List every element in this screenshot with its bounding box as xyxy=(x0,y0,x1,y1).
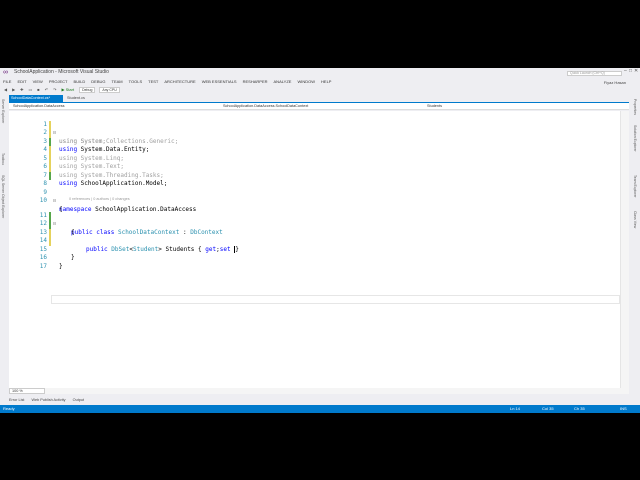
solution-explorer-tab[interactable]: Solution Explorer xyxy=(633,125,637,152)
output-tab[interactable]: Output xyxy=(73,398,84,402)
current-line-highlight xyxy=(51,295,620,304)
code-line: 16 } xyxy=(39,254,63,270)
navigation-bar: SchoolApplication.DataAccess SchoolAppli… xyxy=(9,103,629,110)
menu-test[interactable]: TEST xyxy=(148,79,158,84)
status-column: Col 35 xyxy=(542,406,554,411)
visual-studio-window: ∞ SchoolApplication - Microsoft Visual S… xyxy=(0,68,640,413)
code-line: 13 xyxy=(9,220,620,237)
window-title: SchoolApplication - Microsoft Visual Stu… xyxy=(14,69,109,75)
member-dropdown[interactable]: Students xyxy=(427,104,442,109)
menu-bar: FILE EDIT VIEW PROJECT BUILD DEBUG TEAM … xyxy=(0,77,640,85)
close-icon[interactable]: ✕ xyxy=(634,68,638,74)
menu-window[interactable]: WINDOW xyxy=(297,79,315,84)
back-icon[interactable]: ◀ xyxy=(4,87,7,92)
code-line: 3 using System.Data.Entity; xyxy=(43,137,150,153)
code-line: 2 using System.Collections.Generic; xyxy=(43,129,179,145)
class-view-tab[interactable]: Class View xyxy=(633,211,637,228)
status-insert-mode: INS xyxy=(620,406,627,411)
properties-tab[interactable]: Properties xyxy=(633,99,637,115)
menu-analyze[interactable]: ANALYZE xyxy=(274,79,292,84)
status-line: Ln 14 xyxy=(510,406,521,411)
menu-build[interactable]: BUILD xyxy=(73,79,85,84)
platform-select[interactable]: Any CPU xyxy=(99,86,120,93)
standard-toolbar: ◀ ▶ ✚ ▭ ■ ↶ ↷ ▶ Start Debug Any CPU xyxy=(0,85,640,94)
code-line: 4 using System.Linq; xyxy=(43,146,125,162)
code-editor[interactable]: 1 ⊟ using System; 2 using System.Collect… xyxy=(9,111,620,388)
menu-team[interactable]: TEAM xyxy=(112,79,123,84)
error-list-tab[interactable]: Error List xyxy=(9,398,24,402)
menu-architecture[interactable]: ARCHITECTURE xyxy=(164,79,195,84)
menu-help[interactable]: HELP xyxy=(321,79,331,84)
menu-web-essentials[interactable]: WEB ESSENTIALS xyxy=(202,79,237,84)
code-line-current: 14 public DbSet<Student> Students { get;… xyxy=(39,237,239,253)
menu-tools[interactable]: TOOLS xyxy=(129,79,143,84)
save-icon[interactable]: ■ xyxy=(37,87,39,92)
team-explorer-tab[interactable]: Team Explorer xyxy=(633,175,637,198)
code-line: 17 xyxy=(39,262,47,270)
menu-view[interactable]: VIEW xyxy=(33,79,43,84)
undo-icon[interactable]: ↶ xyxy=(45,87,48,92)
code-line: 8 xyxy=(43,180,47,187)
class-dropdown[interactable]: SchoolApplication.DataAccess.SchoolDataC… xyxy=(223,104,308,109)
menu-debug[interactable]: DEBUG xyxy=(91,79,105,84)
document-tabs: SchoolDataContext.cs* Student.cs xyxy=(9,95,629,102)
bottom-panel-tabs: Error List Web Publish Activity Output xyxy=(9,398,90,404)
quick-launch-input[interactable]: Quick Launch (Ctrl+Q) xyxy=(567,71,622,76)
new-project-icon[interactable]: ✚ xyxy=(20,87,23,92)
menu-edit[interactable]: EDIT xyxy=(17,79,26,84)
code-line: 10 { xyxy=(39,197,63,213)
visual-studio-logo-icon: ∞ xyxy=(3,69,8,76)
code-line: 15 } xyxy=(39,245,75,262)
menu-resharper[interactable]: RESHARPER xyxy=(243,79,268,84)
code-line: 9 ⊟ namespace SchoolApplication.DataAcce… xyxy=(43,188,197,213)
codelens-info[interactable]: 0 references | 0 authors | 0 changes xyxy=(69,197,130,201)
code-line: 7 using SchoolApplication.Model; xyxy=(43,171,168,187)
code-line: 1 ⊟ using System; xyxy=(43,120,106,145)
server-explorer-tab[interactable]: Server Explorer xyxy=(1,99,5,123)
toolbox-tab[interactable]: Toolbox xyxy=(1,153,5,165)
tab-schooldatacontext[interactable]: SchoolDataContext.cs* xyxy=(9,95,63,102)
status-text: Ready xyxy=(3,406,15,411)
menu-project[interactable]: PROJECT xyxy=(49,79,68,84)
redo-icon[interactable]: ↷ xyxy=(53,87,56,92)
minimize-icon[interactable]: – xyxy=(624,68,627,74)
left-tool-strip: Server Explorer Toolbox SQL Server Objec… xyxy=(0,95,7,400)
sql-server-object-explorer-tab[interactable]: SQL Server Object Explorer xyxy=(1,175,5,218)
right-tool-strip: Properties Solution Explorer Team Explor… xyxy=(631,95,640,400)
tab-student[interactable]: Student.cs xyxy=(67,95,85,102)
title-bar: ∞ SchoolApplication - Microsoft Visual S… xyxy=(0,68,640,77)
code-line: 11 ⊟ public class SchoolDataContext : Db… xyxy=(39,211,223,236)
web-publish-activity-tab[interactable]: Web Publish Activity xyxy=(31,398,65,402)
status-bar: Ready Ln 14 Col 35 Ch 35 INS xyxy=(0,405,640,413)
vertical-scrollbar[interactable] xyxy=(620,111,629,388)
maximize-icon[interactable]: □ xyxy=(629,68,632,74)
status-char: Ch 35 xyxy=(574,406,585,411)
code-line: 12 { xyxy=(39,220,75,236)
project-dropdown[interactable]: SchoolApplication.DataAccess xyxy=(13,104,65,109)
forward-icon[interactable]: ▶ xyxy=(12,87,15,92)
configuration-select[interactable]: Debug xyxy=(79,86,96,93)
start-button[interactable]: ▶ Start xyxy=(61,87,74,92)
menu-file[interactable]: FILE xyxy=(3,79,11,84)
code-line: 6 using System.Threading.Tasks; xyxy=(43,163,164,179)
open-icon[interactable]: ▭ xyxy=(29,87,33,92)
horizontal-scrollbar[interactable] xyxy=(45,388,629,394)
code-line: 5 using System.Text; xyxy=(43,154,125,170)
zoom-level-select[interactable]: 100 % xyxy=(9,388,45,394)
